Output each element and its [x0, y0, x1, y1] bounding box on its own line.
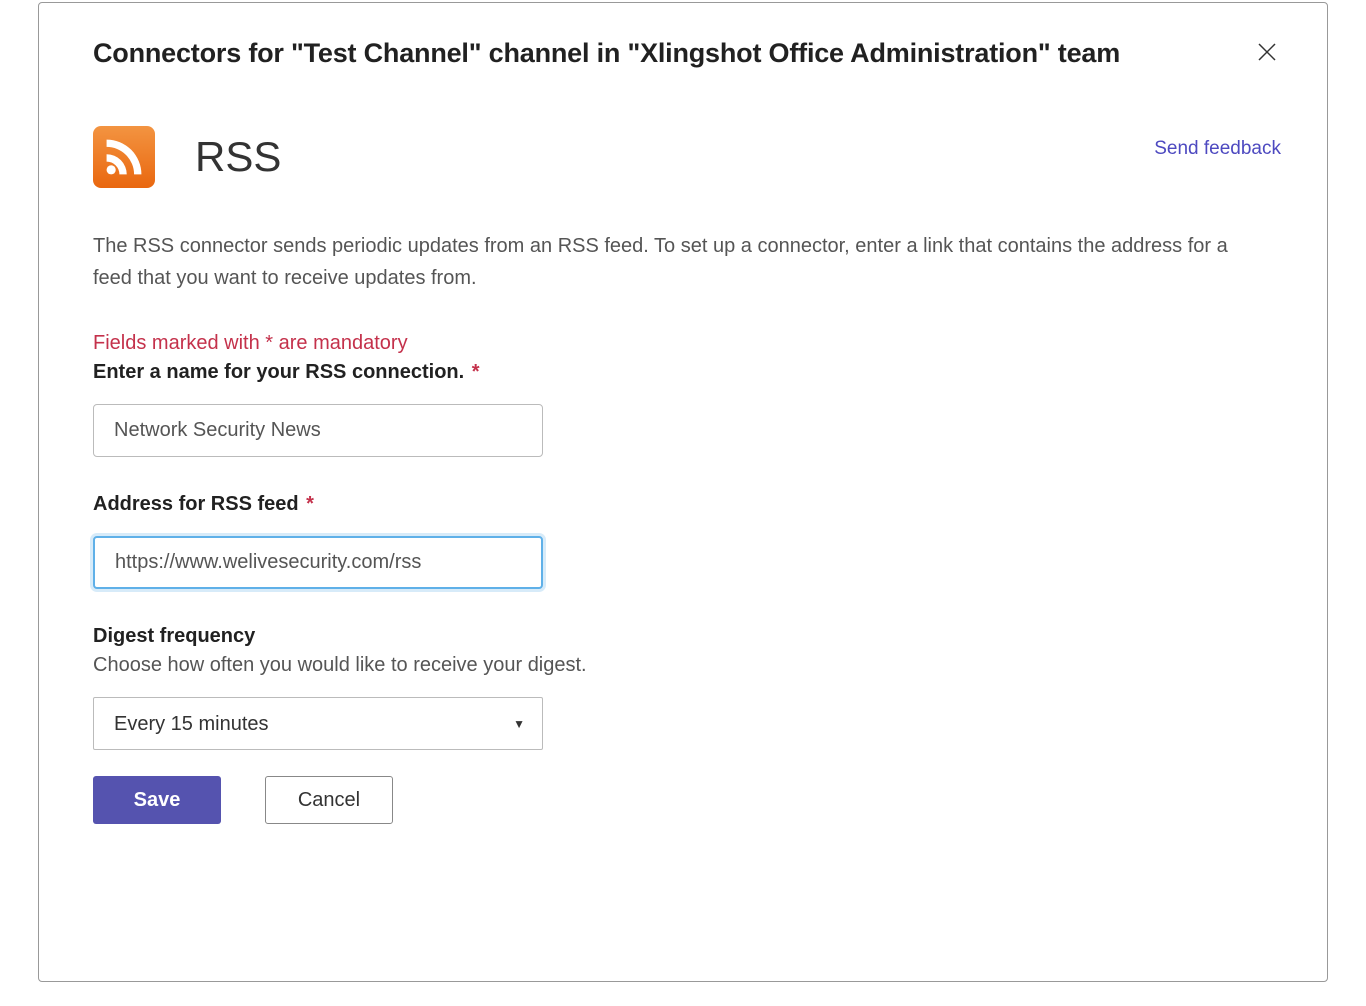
connector-dialog: Connectors for "Test Channel" channel in… — [38, 2, 1328, 982]
rss-address-label: Address for RSS feed * — [93, 493, 1281, 516]
rss-address-label-text: Address for RSS feed — [93, 493, 299, 515]
save-button[interactable]: Save — [93, 776, 221, 824]
send-feedback-link[interactable]: Send feedback — [1154, 138, 1281, 160]
connector-name: RSS — [195, 133, 281, 181]
rss-name-label: Enter a name for your RSS connection. * — [93, 361, 1281, 384]
required-indicator: * — [301, 493, 314, 515]
rss-name-input[interactable] — [93, 404, 543, 457]
cancel-button[interactable]: Cancel — [265, 776, 393, 824]
digest-frequency-label: Digest frequency — [93, 625, 1281, 648]
dialog-title: Connectors for "Test Channel" channel in… — [93, 38, 1120, 69]
rss-address-input[interactable] — [93, 536, 543, 589]
connector-header: RSS Send feedback — [93, 126, 1281, 188]
close-icon — [1257, 41, 1277, 68]
rss-icon — [93, 126, 155, 188]
dialog-header: Connectors for "Test Channel" channel in… — [93, 38, 1281, 71]
required-indicator: * — [466, 361, 479, 383]
digest-frequency-select-wrap: Every 15 minutes ▼ — [93, 697, 543, 750]
rss-address-field-group: Address for RSS feed * — [93, 493, 1281, 589]
digest-frequency-field-group: Digest frequency Choose how often you wo… — [93, 625, 1281, 750]
rss-name-field-group: Enter a name for your RSS connection. * — [93, 361, 1281, 457]
close-button[interactable] — [1253, 38, 1281, 71]
mandatory-note: Fields marked with * are mandatory — [93, 332, 1281, 355]
button-row: Save Cancel — [93, 776, 1281, 824]
digest-frequency-sublabel: Choose how often you would like to recei… — [93, 654, 1281, 677]
rss-name-label-text: Enter a name for your RSS connection. — [93, 361, 464, 383]
digest-frequency-select[interactable]: Every 15 minutes — [93, 697, 543, 750]
connector-description: The RSS connector sends periodic updates… — [93, 230, 1243, 294]
